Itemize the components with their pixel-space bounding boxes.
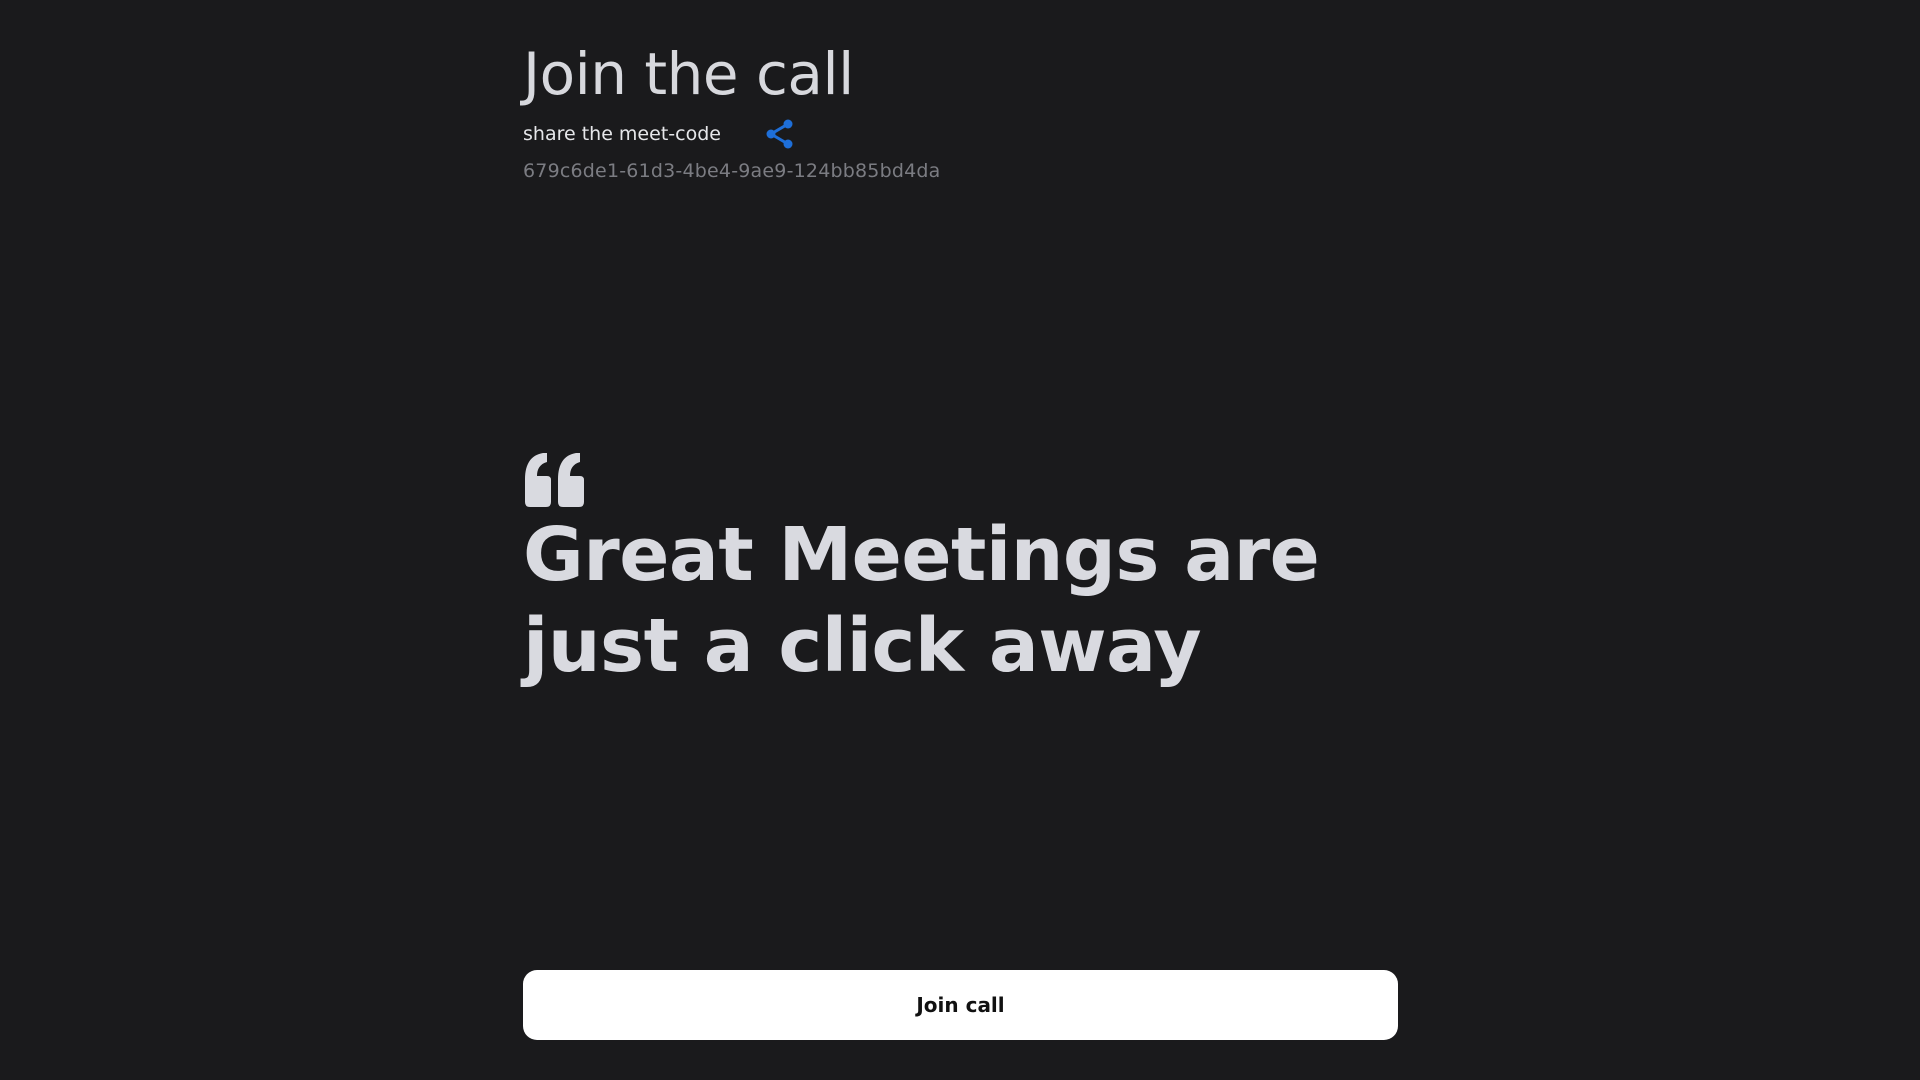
hero-tagline: Great Meetings are just a click away (523, 512, 1320, 689)
meet-code: 679c6de1-61d3-4be4-9ae9-124bb85bd4da (523, 160, 941, 182)
share-icon-graphic (766, 119, 793, 149)
quote-icon (525, 453, 584, 507)
share-row: share the meet-code (523, 117, 797, 151)
join-call-page: Join the call share the meet-code 679c6d… (0, 0, 1920, 1080)
join-call-button[interactable]: Join call (523, 970, 1398, 1040)
share-label: share the meet-code (523, 123, 721, 145)
page-title: Join the call (523, 40, 854, 108)
share-icon[interactable] (763, 117, 797, 151)
